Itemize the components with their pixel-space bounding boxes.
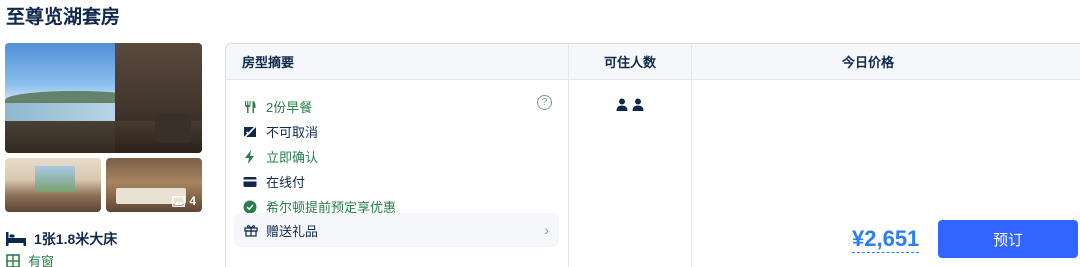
thumbnail-photo[interactable] <box>5 158 101 212</box>
feature-label: 不可取消 <box>266 125 319 140</box>
gift-icon <box>244 223 258 237</box>
header-occupancy: 可住人数 <box>569 44 692 79</box>
image-icon <box>172 195 186 207</box>
feature-label: 立即确认 <box>266 150 319 165</box>
price-cell: ¥2,651 预订 <box>692 80 1080 267</box>
room-summary: ? 2份早餐 不可取消 立即确认 在线付 希尔顿提前预定享优惠 赠送礼品 › <box>226 80 569 267</box>
occupancy-cell <box>569 80 692 267</box>
feature-label: 在线付 <box>266 175 306 190</box>
feature-cancellation: 不可取消 <box>226 119 568 144</box>
feature-label: 2份早餐 <box>266 100 313 115</box>
window-label: 有窗 <box>28 254 55 267</box>
rate-table-row: ? 2份早餐 不可取消 立即确认 在线付 希尔顿提前预定享优惠 赠送礼品 › ¥… <box>226 80 1080 267</box>
thumbnail-strip: 4 <box>5 158 202 212</box>
header-price: 今日价格 <box>841 55 894 70</box>
card-icon <box>242 174 258 190</box>
photo-count: 4 <box>189 194 196 208</box>
photo-count-badge: 4 <box>172 194 196 208</box>
fork-knife-icon <box>242 99 258 115</box>
room-title: 至尊览湖套房 <box>6 7 121 28</box>
rate-table-header: 房型摘要 可住人数 今日价格 <box>226 44 1080 80</box>
main-room-photo[interactable] <box>5 43 202 153</box>
feature-payment: 在线付 <box>226 169 568 194</box>
header-summary: 房型摘要 <box>226 44 569 79</box>
window-icon <box>6 253 20 267</box>
gift-row[interactable]: 赠送礼品 › <box>234 213 559 247</box>
help-icon[interactable]: ? <box>537 95 552 110</box>
window-info: 有窗 <box>6 251 54 267</box>
price-value[interactable]: ¥2,651 <box>852 226 920 253</box>
book-button[interactable]: 预订 <box>938 220 1078 258</box>
feature-breakfast: 2份早餐 <box>226 94 568 119</box>
no-cancel-icon <box>242 124 258 140</box>
gift-label: 赠送礼品 <box>266 223 319 239</box>
occupancy-icons <box>569 98 691 111</box>
bed-info: 1张1.8米大床 <box>6 229 117 249</box>
person-icon <box>632 98 644 111</box>
room-gallery[interactable]: 4 <box>5 43 202 212</box>
thumbnail-photo-more[interactable]: 4 <box>106 158 202 212</box>
bed-label: 1张1.8米大床 <box>34 231 118 247</box>
bed-icon <box>6 232 26 246</box>
person-icon <box>616 98 628 111</box>
feature-confirmation: 立即确认 <box>226 144 568 169</box>
rate-table: 房型摘要 可住人数 今日价格 ? 2份早餐 不可取消 立即确认 在线付 希尔顿提… <box>225 43 1080 267</box>
lightning-icon <box>242 149 258 165</box>
chevron-right-icon: › <box>544 222 549 238</box>
